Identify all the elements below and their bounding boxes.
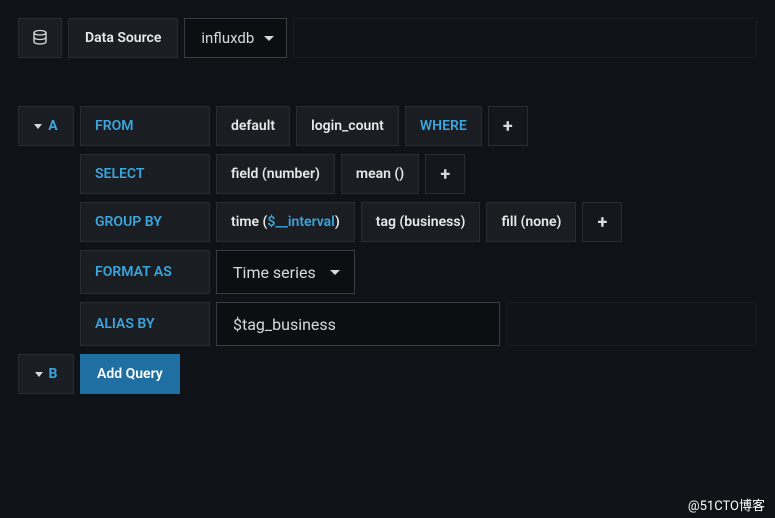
- datasource-label: Data Source: [68, 18, 178, 58]
- header-filler: [293, 18, 757, 58]
- datasource-header: Data Source influxdb: [18, 18, 757, 58]
- select-field[interactable]: field (number): [216, 154, 335, 194]
- datasource-value: influxdb: [201, 29, 254, 47]
- query-letter: B: [49, 366, 58, 382]
- query-b: B Add Query: [18, 354, 757, 394]
- watermark: @51CTO博客: [688, 495, 765, 514]
- chevron-down-icon: [35, 372, 43, 377]
- select-keyword: SELECT: [80, 154, 210, 194]
- groupby-row: GROUP BY time ($__interval) tag (busines…: [80, 202, 757, 242]
- from-policy[interactable]: default: [216, 106, 290, 146]
- query-a: A FROM default login_count WHERE + SELEC…: [18, 106, 757, 346]
- groupby-add-button[interactable]: +: [582, 202, 622, 242]
- where-label[interactable]: WHERE: [405, 106, 482, 146]
- datasource-icon-button[interactable]: [18, 18, 62, 58]
- format-keyword: FORMAT AS: [80, 250, 210, 294]
- from-measurement[interactable]: login_count: [296, 106, 399, 146]
- from-row: FROM default login_count WHERE +: [80, 106, 757, 146]
- select-add-button[interactable]: +: [425, 154, 465, 194]
- query-editor: A FROM default login_count WHERE + SELEC…: [18, 106, 757, 394]
- chevron-down-icon: [330, 270, 340, 275]
- format-value: Time series: [233, 263, 316, 282]
- query-a-body: FROM default login_count WHERE + SELECT …: [80, 106, 757, 346]
- groupby-keyword: GROUP BY: [80, 202, 210, 242]
- groupby-fill[interactable]: fill (none): [486, 202, 576, 242]
- query-letter: A: [48, 118, 57, 134]
- groupby-tag[interactable]: tag (business): [361, 202, 481, 242]
- where-add-button[interactable]: +: [488, 106, 528, 146]
- chevron-down-icon: [34, 124, 42, 129]
- from-keyword: FROM: [80, 106, 210, 146]
- alias-keyword: ALIAS BY: [80, 302, 210, 346]
- alias-input[interactable]: $tag_business: [216, 302, 500, 346]
- alias-filler: [506, 302, 758, 346]
- groupby-time[interactable]: time ($__interval): [216, 202, 355, 242]
- query-toggle-a[interactable]: A: [18, 106, 74, 146]
- format-select[interactable]: Time series: [216, 250, 355, 294]
- add-query-button[interactable]: Add Query: [80, 354, 180, 394]
- select-agg[interactable]: mean (): [341, 154, 419, 194]
- datasource-select[interactable]: influxdb: [184, 18, 287, 58]
- database-icon: [31, 29, 49, 47]
- format-row: FORMAT AS Time series: [80, 250, 757, 294]
- select-row: SELECT field (number) mean () +: [80, 154, 757, 194]
- query-toggle-b[interactable]: B: [18, 354, 74, 394]
- chevron-down-icon: [264, 36, 274, 41]
- alias-row: ALIAS BY $tag_business: [80, 302, 757, 346]
